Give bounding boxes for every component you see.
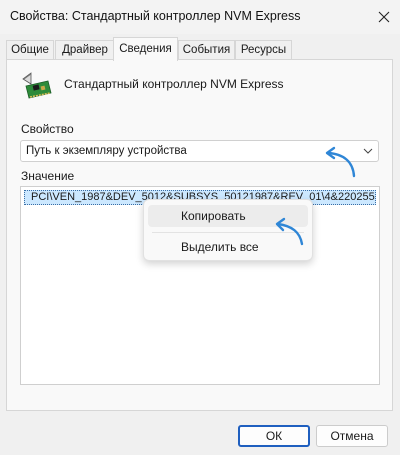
property-label: Свойство: [21, 122, 74, 136]
tab-driver[interactable]: Драйвер: [55, 40, 115, 60]
property-selected-value: Путь к экземпляру устройства: [26, 145, 187, 157]
property-dropdown[interactable]: Путь к экземпляру устройства: [20, 140, 379, 162]
tab-resources[interactable]: Ресурсы: [235, 40, 292, 60]
value-label: Значение: [21, 169, 75, 183]
chevron-down-icon: [358, 141, 378, 161]
tab-details[interactable]: Сведения: [113, 37, 178, 61]
tab-events[interactable]: События: [178, 40, 235, 60]
close-icon: [378, 11, 390, 23]
cancel-button[interactable]: Отмена: [316, 425, 388, 447]
window-title: Свойства: Стандартный контроллер NVM Exp…: [10, 9, 301, 23]
controller-card-icon: [22, 72, 52, 99]
menu-separator: [152, 232, 304, 233]
ok-button[interactable]: ОК: [238, 425, 310, 447]
menu-item-select-all[interactable]: Выделить все: [148, 236, 308, 258]
close-button[interactable]: [372, 5, 396, 29]
tab-general[interactable]: Общие: [6, 40, 54, 60]
device-name: Стандартный контроллер NVM Express: [64, 77, 284, 91]
context-menu: Копировать Выделить все: [143, 199, 313, 261]
menu-item-copy[interactable]: Копировать: [148, 205, 308, 227]
